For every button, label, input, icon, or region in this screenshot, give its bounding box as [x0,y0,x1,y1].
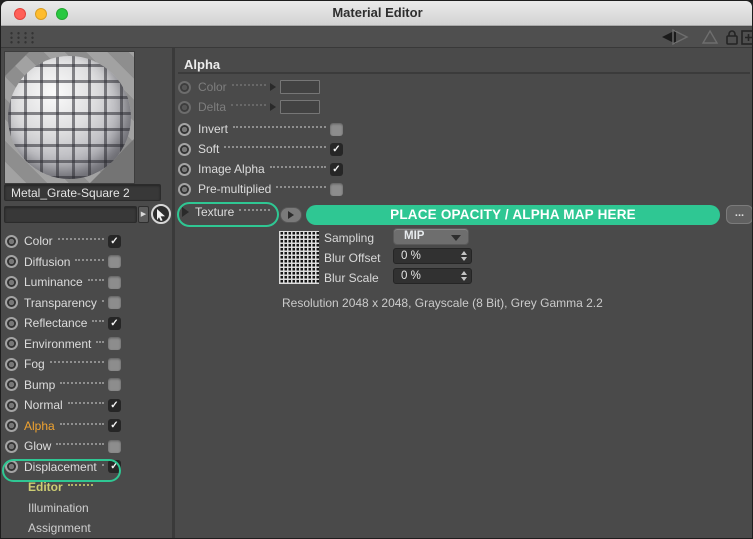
channel-checkbox[interactable]: ✓ [108,316,121,330]
expander-triangle-icon[interactable] [182,207,189,217]
texture-menu-button[interactable] [280,207,302,223]
material-preview[interactable] [4,51,135,184]
channel-radio-icon[interactable] [5,296,18,310]
image-alpha-row: Image Alpha ✓ [178,159,343,179]
enable-radio-icon[interactable] [178,162,191,176]
channel-checkbox[interactable] [108,255,121,269]
enable-radio-icon[interactable] [178,122,191,136]
channel-row-bump[interactable]: Bump [5,375,121,396]
channel-checkbox[interactable] [108,337,121,351]
blur-scale-input[interactable]: 0 % [393,268,472,284]
channel-radio-icon[interactable] [5,378,18,392]
channel-checkbox[interactable] [108,357,121,371]
pre-multiplied-checkbox[interactable] [330,182,343,196]
stepper-icon[interactable] [461,251,467,261]
cursor-arrow-icon [157,208,165,221]
parent-up-icon[interactable] [700,28,720,46]
channel-checkbox[interactable]: ✓ [108,419,121,433]
channel-radio-icon[interactable] [5,439,18,453]
channel-checkbox[interactable] [108,296,121,310]
channel-row-normal[interactable]: Normal ✓ [5,395,121,416]
alpha-delta-row: Delta [178,97,320,117]
material-name-input[interactable] [4,184,161,201]
color-swatch-field [280,80,320,94]
new-window-plus-icon[interactable] [740,28,752,46]
soft-checkbox[interactable]: ✓ [330,142,343,156]
material-panel: ▶ Color ✓ Diffusion Luminance [1,48,172,538]
channel-row-glow[interactable]: Glow [5,436,121,457]
texture-browse-button[interactable]: ... [726,205,752,224]
page-item-editor[interactable]: Editor [5,477,121,498]
channel-radio-icon[interactable] [5,419,18,433]
editor-toolbar [1,27,752,48]
pre-multiplied-row: Pre-multiplied [178,179,343,199]
blur-scale-label: Blur Scale [324,271,379,285]
lock-icon[interactable] [724,28,740,46]
enable-radio-icon[interactable] [178,182,191,196]
invert-row: Invert [178,119,343,139]
channel-row-luminance[interactable]: Luminance [5,272,121,293]
page-item-assignment[interactable]: Assignment [5,518,121,538]
channel-checkbox[interactable]: ✓ [108,234,121,248]
section-header: Alpha [184,57,221,72]
page-item-illumination[interactable]: Illumination [5,498,121,519]
channel-checkbox[interactable] [108,378,121,392]
channel-row-environment[interactable]: Environment [5,334,121,355]
channel-row-displacement[interactable]: Displacement ✓ [5,457,121,478]
sampling-label: Sampling [324,231,375,245]
channel-radio-icon[interactable] [5,234,18,248]
enable-radio-icon[interactable] [178,142,191,156]
alpha-color-row: Color [178,77,320,97]
texture-resolution-info: Resolution 2048 x 2048, Grayscale (8 Bit… [282,296,603,310]
channel-radio-icon[interactable] [5,337,18,351]
window-title: Material Editor [332,5,423,20]
menu-arrow-icon [288,211,294,219]
channel-checkbox[interactable] [108,275,121,289]
channel-row-reflectance[interactable]: Reflectance ✓ [5,313,121,334]
material-preview-sphere [8,56,131,179]
channel-row-fog[interactable]: Fog [5,354,121,375]
channel-list: Color ✓ Diffusion Luminance Transparency [1,231,121,538]
history-forward-icon[interactable] [670,28,690,46]
channel-radio-icon[interactable] [5,398,18,412]
link-menu-arrow-button[interactable]: ▶ [138,206,149,223]
alpha-settings-panel: Alpha Color Delta Invert Soft ✓ Image Al… [175,48,752,538]
channel-radio-icon[interactable] [5,275,18,289]
channel-row-color[interactable]: Color ✓ [5,231,121,252]
enable-radio-icon [178,100,191,114]
header-divider [178,72,750,74]
stepper-icon[interactable] [461,271,467,281]
texture-row: Texture [182,205,274,219]
channel-radio-icon[interactable] [5,357,18,371]
blur-offset-label: Blur Offset [324,251,381,265]
material-link-field[interactable] [4,206,137,223]
expand-arrow-icon [270,103,276,111]
channel-checkbox[interactable] [108,439,121,453]
blur-offset-input[interactable]: 0 % [393,248,472,264]
sampling-dropdown[interactable]: MIP [393,228,469,245]
channel-checkbox[interactable]: ✓ [108,460,121,474]
channel-checkbox[interactable]: ✓ [108,398,121,412]
chevron-down-icon [451,235,461,241]
expand-arrow-icon [270,83,276,91]
soft-row: Soft ✓ [178,139,343,159]
preview-corner-decoration [5,52,29,76]
channel-row-alpha[interactable]: Alpha ✓ [5,416,121,437]
opacity-map-annotation-banner: PLACE OPACITY / ALPHA MAP HERE [306,205,720,225]
channel-row-diffusion[interactable]: Diffusion [5,252,121,273]
channel-radio-icon[interactable] [5,255,18,269]
material-editor-window: Material Editor Metal_Grate-Square 2 ▶ C… [0,0,753,539]
texture-thumbnail[interactable] [279,231,319,284]
pick-material-button[interactable] [151,204,171,224]
title-bar: Material Editor [1,1,752,26]
enable-radio-icon [178,80,191,94]
channel-row-transparency[interactable]: Transparency [5,293,121,314]
channel-radio-icon[interactable] [5,316,18,330]
color-swatch-field [280,100,320,114]
invert-checkbox[interactable] [330,122,343,136]
image-alpha-checkbox[interactable]: ✓ [330,162,343,176]
grip-handle-icon[interactable] [8,31,38,44]
channel-radio-icon[interactable] [5,460,18,474]
